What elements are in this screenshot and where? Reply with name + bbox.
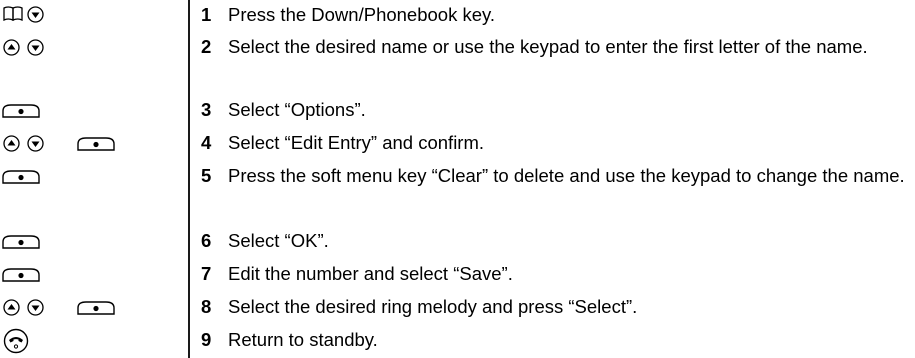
down-arrow-icon [27,6,44,23]
step-icons [0,95,185,125]
down-arrow-icon [27,299,44,316]
step-number: 7 [201,263,212,284]
step-text: Select “OK”. [228,230,329,251]
step-text: Select the desired name or use the keypa… [228,36,868,57]
end-call-icon [3,328,29,354]
step-text: Press the Down/Phonebook key. [228,4,496,25]
step-icons [0,325,185,355]
step-text: Select “Edit Entry” and confirm. [228,132,485,153]
up-arrow-icon [3,135,20,152]
soft-key-icon [77,301,115,315]
step-icons [0,161,185,191]
step-number: 8 [201,296,212,317]
step-text: Select “Options”. [228,99,366,120]
down-arrow-icon [27,39,44,56]
up-arrow-icon [3,39,20,56]
soft-key-icon [2,268,40,282]
step-icons [0,32,185,62]
step-icons [0,259,185,289]
step-number: 5 [201,165,212,186]
step-text: Edit the number and select “Save”. [228,263,513,284]
up-arrow-icon [3,299,20,316]
step-number: 3 [201,99,212,120]
step-number: 1 [201,4,212,25]
down-arrow-icon [27,135,44,152]
step-text: Return to standby. [228,329,378,350]
step-text: Press the soft menu key “Clear” to delet… [228,165,905,186]
step-icons [0,0,185,30]
step-text: Select the desired ring melody and press… [228,296,638,317]
soft-key-icon [2,104,40,118]
soft-key-icon [2,235,40,249]
step-number: 4 [201,132,212,153]
soft-key-icon [77,137,115,151]
step-icons [0,226,185,256]
step-number: 2 [201,36,212,57]
soft-key-icon [2,170,40,184]
book-icon [3,6,23,22]
step-number: 6 [201,230,212,251]
column-divider [188,0,190,358]
step-number: 9 [201,329,212,350]
step-icons [0,128,185,158]
step-icons [0,292,185,322]
